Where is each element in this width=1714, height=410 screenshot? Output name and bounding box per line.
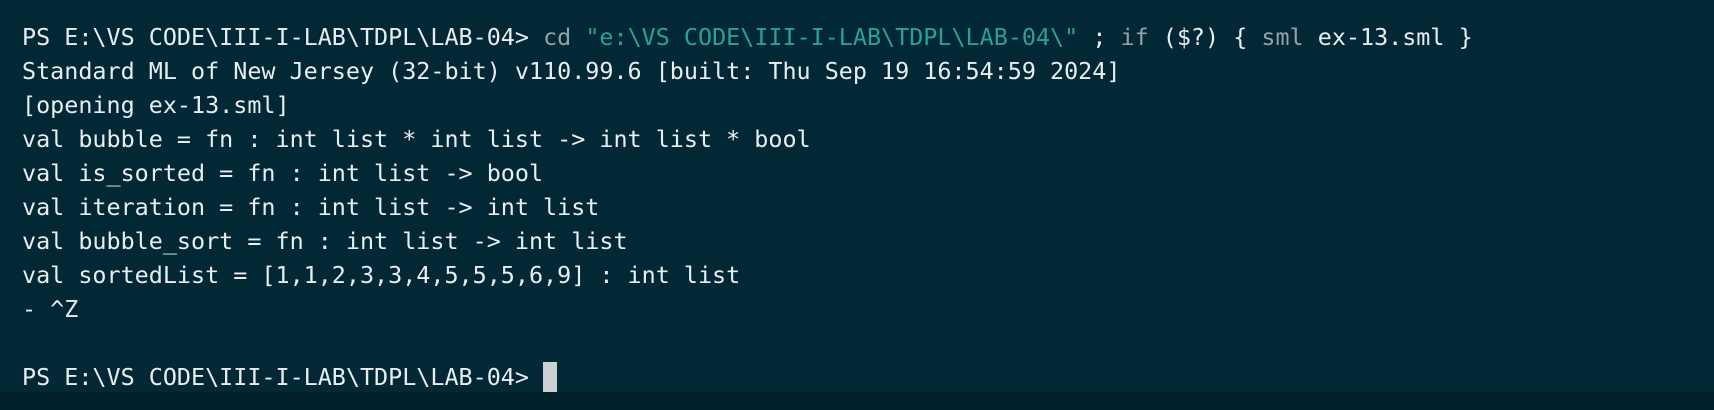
output-line-opening: [opening ex-13.sml] <box>22 91 290 119</box>
separator: ; <box>1092 23 1107 51</box>
input-line[interactable]: PS E:\VS CODE\III-I-LAB\TDPL\LAB-04> <box>22 360 1714 394</box>
prompt: PS E:\VS CODE\III-I-LAB\TDPL\LAB-04> <box>22 23 529 51</box>
command-line: PS E:\VS CODE\III-I-LAB\TDPL\LAB-04> cd … <box>22 20 1714 54</box>
open-brace: { <box>1233 23 1248 51</box>
close-brace: } <box>1458 23 1473 51</box>
output-line-sorted-list: val sortedList = [1,1,2,3,3,4,5,5,5,6,9]… <box>22 261 741 289</box>
output-line-is-sorted: val is_sorted = fn : int list -> bool <box>22 159 544 187</box>
file-argument: ex-13.sml <box>1317 23 1445 51</box>
condition: ($?) <box>1162 23 1220 51</box>
output-line-bubble: val bubble = fn : int list * int list ->… <box>22 125 811 153</box>
path-argument: "e:\VS CODE\III-I-LAB\TDPL\LAB-04\" <box>585 23 1079 51</box>
sml-command: sml <box>1261 23 1304 51</box>
final-prompt: PS E:\VS CODE\III-I-LAB\TDPL\LAB-04> <box>22 363 529 391</box>
text-cursor <box>543 362 558 392</box>
cd-command: cd <box>543 23 572 51</box>
output-line-bubble-sort: val bubble_sort = fn : int list -> int l… <box>22 227 628 255</box>
output-line-eof: - ^Z <box>22 295 79 323</box>
output-line-version: Standard ML of New Jersey (32-bit) v110.… <box>22 57 1121 85</box>
status-bar <box>0 392 1714 410</box>
output-line-iteration: val iteration = fn : int list -> int lis… <box>22 193 600 221</box>
terminal-panel[interactable]: PS E:\VS CODE\III-I-LAB\TDPL\LAB-04> cd … <box>0 0 1714 392</box>
if-keyword: if <box>1120 23 1149 51</box>
